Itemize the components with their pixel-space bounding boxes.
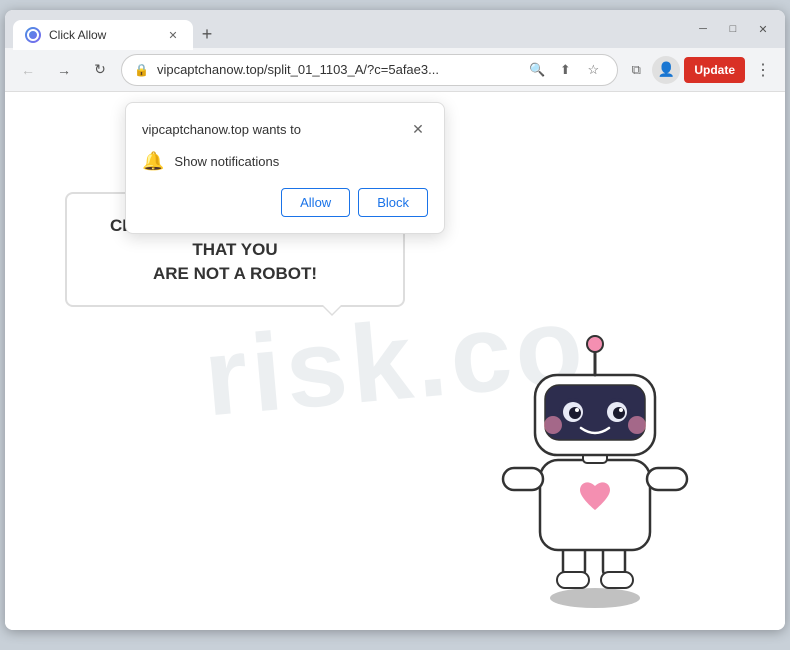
- minimize-button[interactable]: ─: [689, 15, 717, 43]
- search-icon[interactable]: 🔍: [525, 58, 549, 82]
- close-button[interactable]: ✕: [749, 15, 777, 43]
- tab-title: Click Allow: [49, 28, 106, 42]
- back-button[interactable]: ←: [13, 55, 43, 85]
- maximize-button[interactable]: □: [719, 15, 747, 43]
- notification-popup: vipcaptchanow.top wants to ✕ 🔔 Show noti…: [125, 102, 445, 234]
- profile-button[interactable]: 👤: [652, 56, 680, 84]
- tab-close-button[interactable]: ✕: [165, 27, 181, 43]
- more-menu-button[interactable]: ⋮: [749, 56, 777, 84]
- extensions-icon[interactable]: ⧉: [624, 58, 648, 82]
- tab-bar: Click Allow ✕ +: [13, 10, 675, 48]
- title-bar: Click Allow ✕ + ─ □ ✕: [5, 10, 785, 48]
- robot-illustration: [485, 320, 705, 600]
- bell-icon: 🔔: [142, 151, 164, 172]
- browser-window: Click Allow ✕ + ─ □ ✕ ← →: [5, 10, 785, 630]
- nav-right-controls: ⧉ 👤 Update ⋮: [624, 56, 777, 84]
- navigation-bar: ← → ↻ 🔒 vipcaptchanow.top/split_01_1103_…: [5, 48, 785, 92]
- bookmark-icon[interactable]: ☆: [581, 58, 605, 82]
- window-controls: ─ □ ✕: [689, 15, 777, 43]
- allow-button[interactable]: Allow: [281, 188, 350, 217]
- forward-button[interactable]: →: [49, 55, 79, 85]
- tab-favicon: [25, 27, 41, 43]
- popup-buttons: Allow Block: [142, 188, 428, 217]
- block-button[interactable]: Block: [358, 188, 428, 217]
- update-button[interactable]: Update: [684, 57, 745, 83]
- page-content: risk.co vipcaptchanow.top wants to ✕ 🔔 S…: [5, 92, 785, 630]
- url-text: vipcaptchanow.top/split_01_1103_A/?c=5af…: [157, 62, 517, 77]
- address-icons: 🔍 ⬆ ☆: [525, 58, 605, 82]
- lock-icon: 🔒: [134, 63, 149, 77]
- new-tab-button[interactable]: +: [193, 20, 221, 48]
- popup-header: vipcaptchanow.top wants to ✕: [142, 119, 428, 139]
- popup-close-button[interactable]: ✕: [408, 119, 428, 139]
- active-tab[interactable]: Click Allow ✕: [13, 20, 193, 50]
- share-icon[interactable]: ⬆: [553, 58, 577, 82]
- popup-notification-row: 🔔 Show notifications: [142, 151, 428, 172]
- address-bar[interactable]: 🔒 vipcaptchanow.top/split_01_1103_A/?c=5…: [121, 54, 618, 86]
- notification-label: Show notifications: [174, 154, 279, 169]
- popup-title: vipcaptchanow.top wants to: [142, 122, 301, 137]
- reload-button[interactable]: ↻: [85, 55, 115, 85]
